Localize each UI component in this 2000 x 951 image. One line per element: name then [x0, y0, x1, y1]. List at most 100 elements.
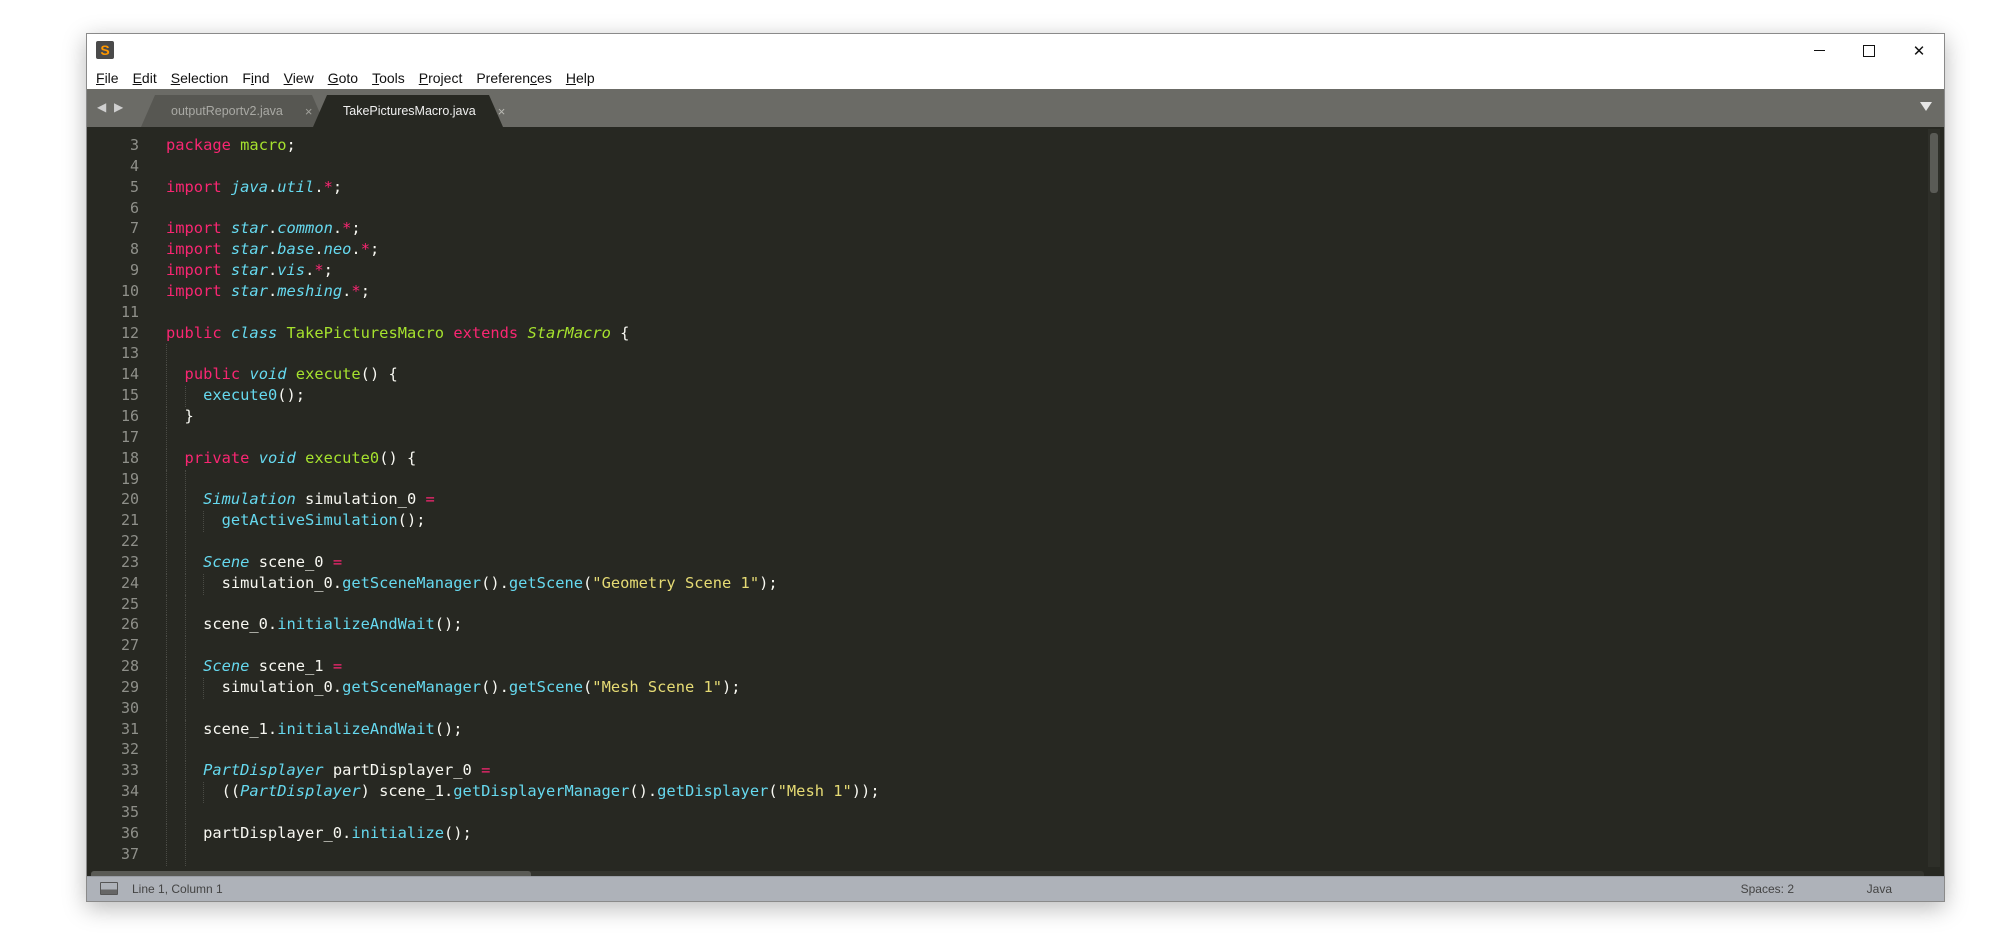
code-token: PartDisplayer — [240, 782, 361, 801]
menu-file[interactable]: File — [95, 70, 120, 86]
menu-project[interactable]: Project — [418, 70, 464, 86]
menu-view[interactable]: View — [283, 70, 315, 86]
code-line[interactable]: 18 private void execute0() { — [87, 448, 1920, 470]
code-line[interactable]: 11 — [87, 303, 1920, 324]
console-panel-icon[interactable] — [100, 882, 118, 895]
code-line[interactable]: 26 scene_0.initializeAndWait(); — [87, 615, 1920, 637]
code-token: import — [166, 219, 222, 238]
minimize-button[interactable] — [1794, 34, 1844, 67]
code-line[interactable]: 12 public class TakePicturesMacro extends… — [87, 324, 1920, 345]
code-line[interactable]: 17 — [87, 427, 1920, 449]
menu-find[interactable]: Find — [241, 70, 270, 86]
code-token: void — [249, 365, 287, 384]
tab-label: outputReportv2.java — [171, 104, 283, 118]
code-line[interactable]: 28 Scene scene_1 = — [87, 657, 1920, 678]
code-line[interactable]: 35 — [87, 803, 1920, 824]
code-token: star — [230, 219, 268, 238]
vertical-scrollbar-track[interactable] — [1928, 129, 1940, 867]
code-line[interactable]: 22 — [87, 532, 1920, 553]
indent-guide — [166, 386, 167, 407]
code-line[interactable]: 20 Simulation simulation_0 = — [87, 490, 1920, 512]
tab-close-icon[interactable]: × — [305, 104, 313, 119]
line-number: 4 — [129, 156, 139, 175]
code-area[interactable]: 3 package macro; 4 5 import java.util.*; 6 7 im… — [87, 136, 1920, 866]
code-token: "Geometry Scene 1" — [592, 573, 760, 592]
menu-tools[interactable]: Tools — [371, 70, 406, 86]
code-line[interactable]: 24 simulation_0.getSceneManager().getSce… — [87, 573, 1920, 595]
code-line[interactable]: 33 PartDisplayer partDisplayer_0 = — [87, 761, 1920, 783]
line-number: 32 — [120, 740, 139, 759]
indent-guide — [166, 761, 167, 783]
close-button[interactable]: ✕ — [1894, 34, 1944, 67]
menu-edit[interactable]: Edit — [132, 70, 158, 86]
code-line[interactable]: 32 — [87, 740, 1920, 762]
code-token: . — [342, 281, 352, 300]
code-text: execute0(); — [166, 386, 305, 404]
code-line[interactable]: 8 import star.base.neo.*; — [87, 240, 1920, 261]
code-line[interactable]: 4 — [87, 157, 1920, 178]
code-token: Simulation — [203, 490, 296, 509]
code-token: partDisplayer_0. — [166, 823, 352, 842]
code-line[interactable]: 21 getActiveSimulation(); — [87, 511, 1920, 533]
menu-selection[interactable]: Selection — [170, 70, 230, 86]
code-line[interactable]: 9 import star.vis.*; — [87, 261, 1920, 282]
code-line[interactable]: 36 partDisplayer_0.initialize(); — [87, 823, 1920, 845]
code-line[interactable]: 37 — [87, 844, 1920, 866]
code-line[interactable]: 19 — [87, 469, 1920, 491]
code-token: (); — [434, 615, 463, 634]
code-token: . — [267, 240, 278, 259]
code-line[interactable]: 31 scene_1.initializeAndWait(); — [87, 719, 1920, 741]
code-token: import — [166, 281, 222, 300]
code-line[interactable]: 34 ((PartDisplayer) scene_1.getDisplayer… — [87, 782, 1920, 803]
menu-preferences[interactable]: Preferences — [475, 70, 553, 86]
indentation-setting[interactable]: Spaces: 2 — [1741, 882, 1794, 896]
code-line[interactable]: 23 Scene scene_0 = — [87, 552, 1920, 574]
tab-list-dropdown-icon[interactable] — [1920, 102, 1932, 111]
vertical-scrollbar-thumb[interactable] — [1930, 133, 1938, 193]
tab-nav-arrows-icon[interactable]: ◀ ▶ — [97, 100, 125, 114]
code-editor[interactable]: 3 package macro; 4 5 import java.util.*; 6 7 im… — [87, 127, 1944, 885]
indent-guide — [166, 365, 167, 387]
line-number: 21 — [120, 511, 139, 530]
menu-goto[interactable]: Goto — [327, 70, 359, 86]
code-token: base — [277, 240, 315, 259]
code-token: (); — [397, 511, 426, 530]
tab-outputreportv2[interactable]: outputReportv2.java × — [141, 95, 326, 127]
code-text: import star.base.neo.*; — [166, 240, 379, 258]
title-bar[interactable]: S ✕ — [87, 34, 1944, 67]
indent-guide — [166, 677, 167, 699]
indent-guide — [184, 677, 186, 699]
code-line[interactable]: 16 } — [87, 406, 1920, 428]
code-token: neo — [323, 240, 352, 259]
code-line[interactable]: 5 import java.util.*; — [87, 178, 1920, 199]
indent-guide — [184, 657, 186, 678]
code-line[interactable]: 27 — [87, 636, 1920, 658]
code-line[interactable]: 30 — [87, 698, 1920, 720]
code-line[interactable]: 25 — [87, 594, 1920, 616]
code-line[interactable]: 7 import star.common.*; — [87, 219, 1920, 240]
code-line[interactable]: 14 public void execute() { — [87, 365, 1920, 387]
code-token: import — [166, 261, 222, 280]
code-line[interactable]: 13 — [87, 344, 1920, 366]
code-token: . — [351, 240, 361, 259]
code-line[interactable]: 29 simulation_0.getSceneManager().getSce… — [87, 677, 1920, 699]
code-token: star — [230, 261, 268, 280]
syntax-selector[interactable]: Java — [1867, 882, 1892, 896]
maximize-button[interactable] — [1844, 34, 1894, 67]
code-line[interactable]: 10 import star.meshing.*; — [87, 282, 1920, 303]
indent-guide — [184, 490, 186, 512]
indent-guide — [166, 448, 167, 470]
code-line[interactable]: 3 package macro; — [87, 136, 1920, 157]
menu-help[interactable]: Help — [565, 70, 596, 86]
line-number: 20 — [120, 490, 139, 509]
code-line[interactable]: 15 execute0(); — [87, 386, 1920, 407]
code-token: * — [351, 281, 361, 300]
indent-guide — [166, 511, 167, 533]
tab-close-icon[interactable]: × — [498, 104, 506, 119]
code-text: import star.vis.*; — [166, 261, 333, 279]
cursor-position[interactable]: Line 1, Column 1 — [132, 882, 223, 896]
tab-takepicturesmacro[interactable]: TakePicturesMacro.java × — [313, 95, 506, 127]
code-line[interactable]: 6 — [87, 199, 1920, 220]
